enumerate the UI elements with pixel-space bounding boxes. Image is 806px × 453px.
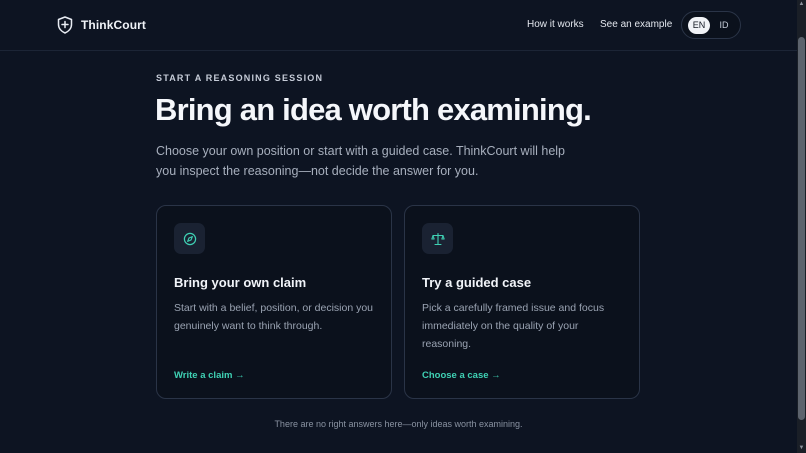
scroll-down-arrow-icon[interactable]: ▼	[797, 444, 806, 453]
language-option-id[interactable]: ID	[713, 17, 735, 34]
card-title: Try a guided case	[422, 275, 532, 290]
section-eyebrow: START A REASONING SESSION	[156, 73, 324, 83]
footnote: There are no right answers here—only ide…	[274, 419, 523, 429]
intro-description: Choose your own position or start with a…	[156, 144, 566, 178]
language-option-en[interactable]: EN	[688, 17, 710, 34]
nav-link-how-it-works[interactable]: How it works	[527, 19, 584, 30]
choose-case-link[interactable]: Choose a case →	[422, 370, 501, 381]
scroll-up-arrow-icon[interactable]: ▲	[797, 0, 806, 9]
vertical-scrollbar[interactable]: ▲ ▼	[797, 0, 806, 453]
scales-icon	[422, 223, 453, 254]
card-title: Bring your own claim	[174, 275, 307, 290]
card-description: Pick a carefully framed issue and focus …	[422, 302, 605, 350]
page-title: Bring an idea worth examining.	[155, 92, 592, 127]
nav-link-see-an-example[interactable]: See an example	[600, 19, 672, 30]
shield-plus-icon	[57, 16, 73, 34]
page: ThinkCourt How it works See an example E…	[0, 0, 806, 453]
brand-name: ThinkCourt	[81, 18, 146, 32]
write-claim-link[interactable]: Write a claim →	[174, 370, 245, 381]
card-description: Start with a belief, position, or decisi…	[174, 302, 374, 332]
scrollbar-thumb[interactable]	[798, 37, 805, 420]
card-guided-case[interactable]: Try a guided case Pick a carefully frame…	[404, 205, 640, 399]
brand-logo[interactable]: ThinkCourt	[57, 16, 146, 34]
card-own-claim[interactable]: Bring your own claim Start with a belief…	[156, 205, 392, 399]
top-nav-bar: ThinkCourt How it works See an example E…	[0, 0, 797, 51]
language-switcher: EN ID	[681, 11, 741, 39]
compass-icon	[174, 223, 205, 254]
